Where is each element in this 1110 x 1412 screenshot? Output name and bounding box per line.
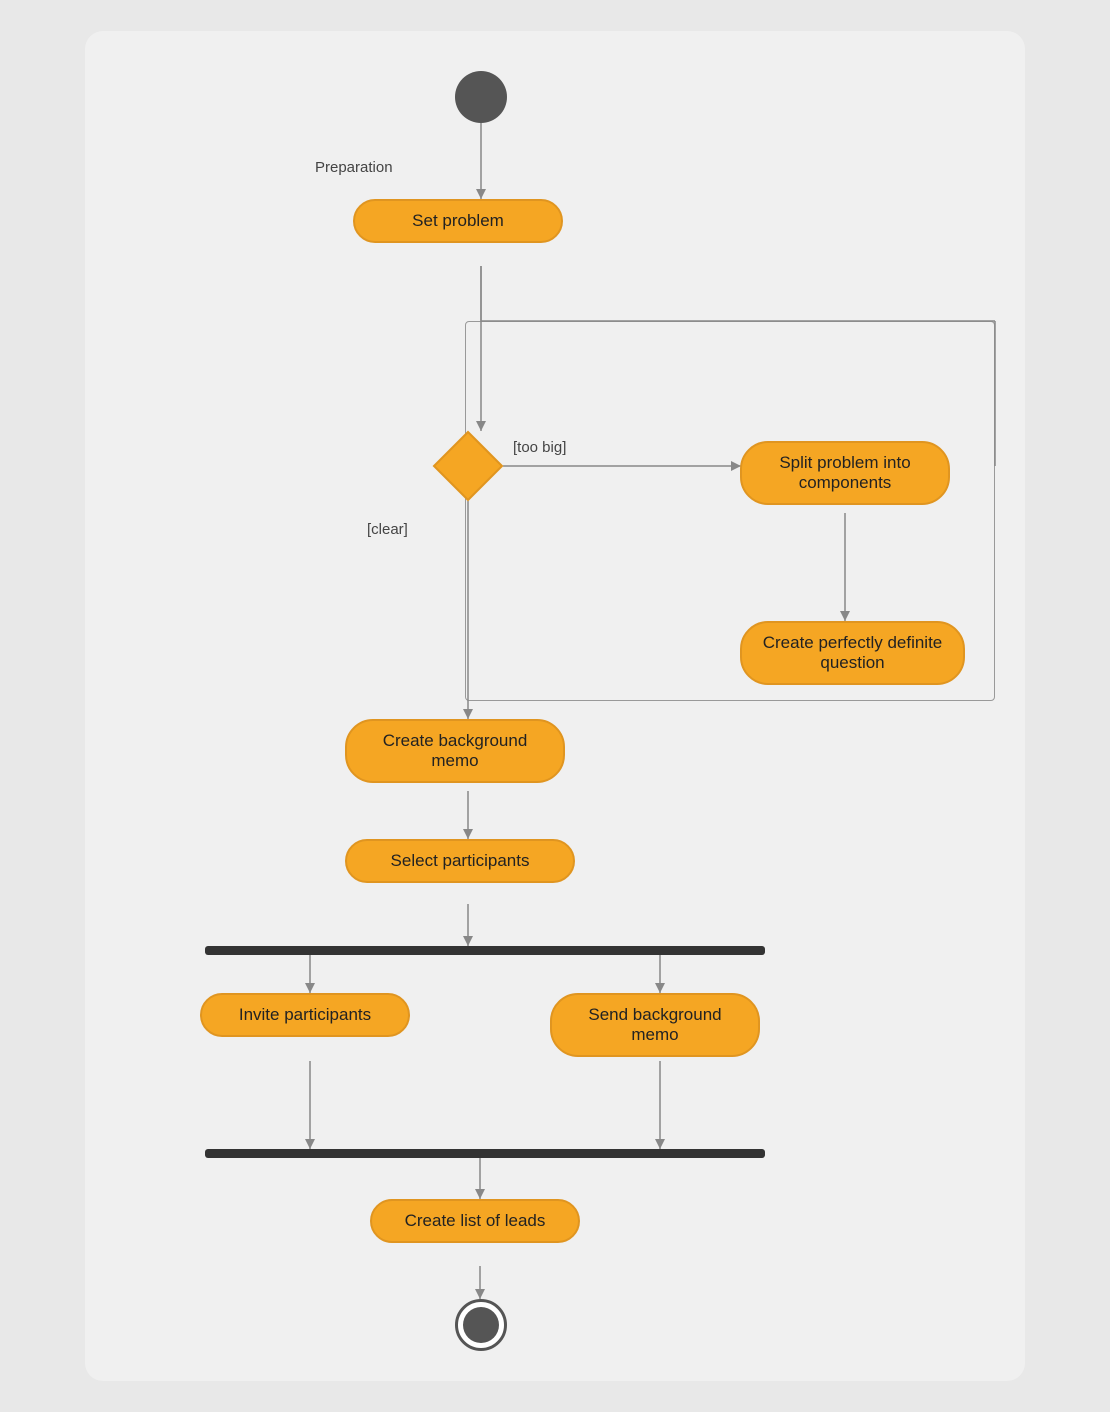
create-background-memo-node: Create background memo — [345, 719, 565, 783]
create-pdq-node: Create perfectly definite question — [740, 621, 965, 685]
fork-bar-1 — [205, 946, 765, 955]
select-participants-node: Select participants — [345, 839, 575, 883]
end-node — [455, 1299, 507, 1351]
invite-participants-node: Invite participants — [200, 993, 410, 1037]
send-background-memo-node: Send background memo — [550, 993, 760, 1057]
diagram-area: Preparation Set problem [too big] [clear… — [105, 51, 1005, 1361]
arrows-svg — [105, 51, 1005, 1361]
create-list-of-leads-node: Create list of leads — [370, 1199, 580, 1243]
join-bar — [205, 1149, 765, 1158]
preparation-label: Preparation — [315, 159, 393, 176]
decision-diamond — [433, 431, 503, 501]
split-problem-node: Split problem into components — [740, 441, 950, 505]
start-node — [455, 71, 507, 123]
diagram-container: Preparation Set problem [too big] [clear… — [85, 31, 1025, 1381]
too-big-label: [too big] — [513, 439, 566, 456]
set-problem-node: Set problem — [353, 199, 563, 243]
clear-label: [clear] — [367, 521, 408, 538]
